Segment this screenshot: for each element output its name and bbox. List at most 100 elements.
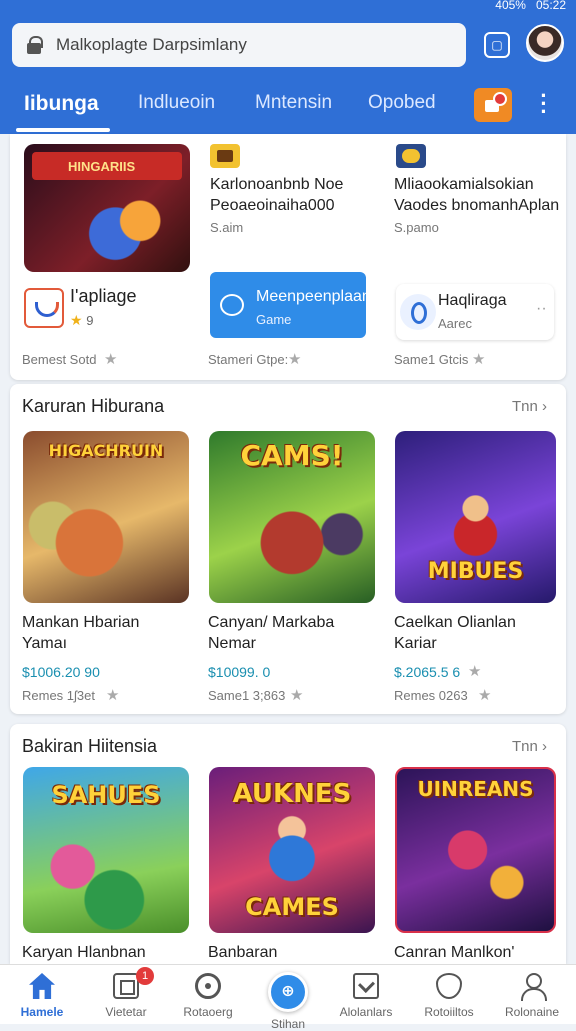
side-app-card[interactable]: Haqliraga Aarec ·· bbox=[396, 284, 554, 340]
game-name[interactable]: Karyan Hlanbnan bbox=[22, 942, 146, 963]
tab-3[interactable]: Mntensin bbox=[255, 92, 332, 114]
section-title: Bakiran Hiitensia bbox=[22, 736, 158, 756]
app-name-line2: Peoaeoinaiha000 bbox=[210, 197, 335, 214]
profile-icon bbox=[519, 973, 547, 1001]
battery-text: 405% bbox=[495, 0, 526, 12]
star-icon: ★ bbox=[290, 687, 304, 704]
nav-label: Alolanlars bbox=[339, 1005, 393, 1019]
search-icon bbox=[195, 973, 221, 999]
address-search-field[interactable]: Malkoplagte Darpsimlany bbox=[12, 23, 466, 67]
nav-label: Rotoiiltos bbox=[424, 1005, 474, 1019]
profile-avatar[interactable] bbox=[526, 24, 564, 62]
game-thumbnail[interactable]: MIBUES bbox=[395, 431, 556, 603]
nav-label: Stihan bbox=[270, 1017, 306, 1031]
game-art-title: SAHUES bbox=[51, 781, 161, 809]
see-all-label: Tnn bbox=[512, 738, 538, 755]
app-name-line2: Vaodes bnomanhAplan bbox=[394, 197, 560, 214]
app-name-line1[interactable]: Karlonoanbnb Noe bbox=[210, 174, 343, 195]
game-thumbnail[interactable]: AUKNES CAMES bbox=[209, 767, 375, 933]
game-name[interactable]: Canran Manlkon' bbox=[394, 942, 514, 963]
game-meta: Remes 1ʃ3et bbox=[22, 688, 95, 703]
app-sub: S.aim bbox=[210, 220, 244, 235]
game-name-line2: Nemar bbox=[208, 635, 257, 652]
nav-search[interactable]: Rotaoerg bbox=[166, 965, 250, 1025]
lock-icon bbox=[24, 35, 44, 55]
more-icon[interactable]: ·· bbox=[536, 300, 547, 318]
nav-updates[interactable]: Alolanlars bbox=[324, 965, 408, 1025]
clock: 05:22 bbox=[535, 0, 566, 12]
more-options-icon[interactable]: · · · bbox=[536, 85, 552, 123]
nav-label: Hamele bbox=[20, 1005, 64, 1019]
game-name-line2: Yamaı bbox=[22, 635, 68, 652]
star-icon: ★ bbox=[472, 351, 486, 368]
nav-profile[interactable]: Rolonaine bbox=[490, 965, 574, 1025]
game-thumbnail[interactable]: HIGACHRUIN bbox=[23, 431, 189, 603]
game-name-line1[interactable]: Caelkan Olianlan bbox=[394, 612, 516, 633]
see-all-link[interactable]: Tnn › bbox=[512, 398, 547, 415]
tab-2[interactable]: Indlueoin bbox=[138, 92, 215, 114]
section-title: Karuran Hiburana bbox=[22, 396, 165, 416]
game-chip-button[interactable]: Meenpeenplaan Game bbox=[210, 272, 371, 338]
nav-label: Rotaoerg bbox=[183, 1005, 233, 1019]
tab-4[interactable]: Opobed bbox=[368, 92, 436, 114]
featured-app-thumbnail[interactable]: HINGARIIS bbox=[24, 144, 190, 272]
nav-label: Vietetar bbox=[105, 1005, 147, 1019]
category-tabs: Iibunga Indlueoin Mntensin Opobed · · · bbox=[0, 78, 576, 134]
tab-switcher-icon: ▢ bbox=[491, 38, 503, 52]
app-meta: Stameri Gtpe: bbox=[208, 352, 289, 367]
app-logo-icon bbox=[400, 294, 436, 330]
status-bar: 405% 05:22 bbox=[0, 0, 576, 14]
game-name[interactable]: Banbaran bbox=[208, 942, 277, 963]
featured-app-name[interactable]: I'apliage bbox=[70, 286, 137, 307]
game-name-line1[interactable]: Canyan/ Markaba bbox=[208, 612, 334, 633]
app-icon bbox=[210, 144, 240, 168]
gift-icon[interactable] bbox=[474, 88, 512, 122]
star-icon: ★ bbox=[70, 312, 83, 328]
side-app-sub: Aarec bbox=[438, 316, 472, 331]
game-art-title: AUKNES bbox=[232, 779, 352, 809]
game-art-subtitle: CAMES bbox=[245, 893, 339, 921]
game-thumbnail[interactable]: CAMS! bbox=[209, 431, 375, 603]
app-icon bbox=[396, 144, 426, 168]
featured-banner: HINGARIIS bbox=[32, 152, 182, 180]
section-card-2: Bakiran Hiitensia Tnn › SAHUES Karyan Hl… bbox=[10, 724, 566, 964]
tab-switcher-button[interactable]: ▢ bbox=[484, 32, 510, 58]
checkbox-icon bbox=[353, 973, 379, 999]
notification-badge: 1 bbox=[136, 967, 154, 985]
nav-favorites[interactable]: Rotoiiltos bbox=[407, 965, 491, 1025]
featured-app-meta: Bemest Sotd bbox=[22, 352, 97, 367]
chat-icon bbox=[220, 294, 244, 316]
center-fab-icon: ⊕ bbox=[281, 983, 295, 1000]
top-card: HINGARIIS I'apliage ★ 9 Bemest Sotd ★ Ka… bbox=[10, 134, 566, 380]
game-art-title: CAMS! bbox=[240, 439, 344, 472]
game-meta: Same1 3;863 bbox=[208, 688, 286, 703]
game-thumbnail[interactable]: SAHUES bbox=[23, 767, 189, 933]
see-all-link[interactable]: Tnn › bbox=[512, 738, 547, 755]
search-text: Malkoplagte Darpsimlany bbox=[56, 35, 247, 54]
game-price: $10099. 0 bbox=[208, 664, 271, 680]
app-sub: S.pamo bbox=[394, 220, 439, 235]
nav-label: Rolonaine bbox=[504, 1005, 560, 1019]
star-icon: ★ bbox=[468, 663, 482, 680]
nav-apps[interactable]: 1 Vietetar bbox=[84, 965, 168, 1025]
chip-subtitle: Game bbox=[256, 312, 292, 327]
app-name-line1[interactable]: Mliaookamialsokian bbox=[394, 174, 534, 195]
active-tab-indicator bbox=[16, 128, 110, 132]
app-meta: Same1 Gtcis bbox=[394, 352, 469, 367]
heart-icon bbox=[436, 973, 462, 999]
star-icon: ★ bbox=[288, 351, 302, 368]
game-price: $1006.20 90 bbox=[22, 664, 100, 680]
app-logo-icon bbox=[24, 288, 64, 328]
game-art-title: MIBUES bbox=[427, 559, 524, 584]
center-fab-button[interactable]: ⊕ bbox=[268, 972, 308, 1012]
nav-home[interactable]: Hamele bbox=[0, 965, 84, 1025]
see-all-label: Tnn bbox=[512, 398, 538, 415]
game-thumbnail[interactable]: UINREANS bbox=[395, 767, 556, 933]
game-name-line1[interactable]: Mankan Hbarian bbox=[22, 612, 139, 633]
tab-1[interactable]: Iibunga bbox=[24, 92, 99, 116]
game-art-title: HIGACHRUIN bbox=[48, 441, 164, 460]
top-bar: Malkoplagte Darpsimlany ▢ bbox=[0, 14, 576, 78]
game-price: $.2065.5 6 bbox=[394, 664, 461, 680]
side-app-name: Haqliraga bbox=[438, 292, 507, 309]
star-icon: ★ bbox=[478, 687, 492, 704]
